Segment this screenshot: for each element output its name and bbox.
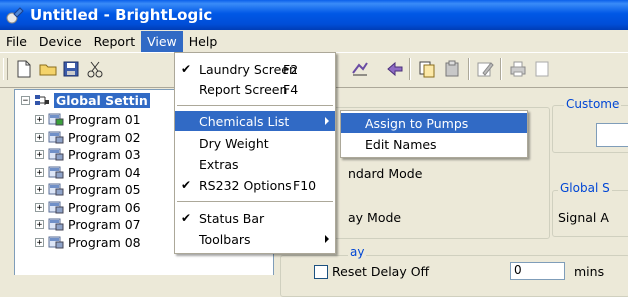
expand-icon[interactable]: + — [35, 150, 44, 160]
toolbar-separator — [409, 58, 411, 80]
tree-item-label: Program 02 — [68, 129, 141, 145]
menu-separator — [177, 201, 333, 202]
expand-icon[interactable]: + — [35, 202, 44, 212]
tree-root-global-settings[interactable]: − Global Settin — [21, 92, 150, 109]
check-icon: ✔ — [181, 178, 192, 192]
delay-group-label: ay — [348, 245, 367, 259]
paste-icon[interactable] — [442, 59, 462, 79]
menu-item-chemicals-list[interactable]: Chemicals List — [175, 111, 335, 131]
customer-group-label: Custome — [564, 97, 622, 111]
program-node-icon — [48, 113, 64, 126]
delay-mode-option[interactable]: ay Mode — [348, 210, 401, 225]
menu-item-dry-weight[interactable]: Dry Weight — [175, 133, 335, 153]
reset-delay-label: Reset Delay Off — [332, 264, 430, 279]
view-menu: ✔ Laundry Screen F2 Report Screen F4 Che… — [174, 52, 336, 254]
global-group-label: Global S — [558, 181, 612, 195]
tree-item-program[interactable]: + Program 06 — [35, 199, 141, 216]
menu-bar: File Device Report View Help — [0, 30, 628, 53]
menu-item-toolbars[interactable]: Toolbars — [175, 229, 335, 249]
menu-item-status-bar[interactable]: ✔ Status Bar — [175, 208, 335, 228]
open-folder-icon[interactable] — [38, 59, 58, 79]
print-icon[interactable] — [508, 59, 528, 79]
expand-icon[interactable]: + — [35, 185, 44, 195]
menu-report[interactable]: Report — [88, 31, 141, 52]
program-node-icon — [48, 218, 64, 231]
new-file-icon[interactable] — [14, 59, 34, 79]
tree-item-program[interactable]: + Program 04 — [35, 164, 141, 181]
tree-item-label: Program 05 — [68, 182, 141, 197]
customer-field[interactable] — [596, 123, 628, 147]
edit-icon[interactable] — [475, 59, 495, 79]
tree-item-program[interactable]: + Program 07 — [35, 216, 141, 233]
toolbar-grip[interactable] — [3, 58, 8, 80]
transfer-icon[interactable] — [385, 59, 405, 79]
standard-mode-option[interactable]: ndard Mode — [348, 166, 422, 181]
program-node-icon — [48, 236, 64, 248]
menu-device[interactable]: Device — [33, 31, 88, 52]
print-preview-icon[interactable] — [532, 59, 552, 79]
tree-item-label: Program 01 — [68, 112, 141, 127]
tree-item-program[interactable]: + Program 03 — [35, 146, 141, 163]
menu-help[interactable]: Help — [183, 31, 224, 52]
expand-icon[interactable]: + — [35, 237, 44, 247]
title-bar[interactable]: Untitled - BrightLogic — [0, 0, 628, 30]
check-icon: ✔ — [181, 62, 192, 76]
reset-delay-checkbox[interactable] — [314, 265, 328, 279]
app-icon — [6, 7, 24, 24]
program-node-icon — [48, 148, 64, 161]
tree-item-program[interactable]: + Program 05 — [35, 181, 141, 198]
window-title: Untitled - BrightLogic — [30, 6, 213, 24]
save-icon[interactable] — [61, 59, 81, 79]
expand-icon[interactable]: + — [35, 167, 44, 177]
program-icon[interactable] — [350, 59, 370, 79]
tree-root-label[interactable]: Global Settin — [54, 93, 150, 108]
tree-item-label: Program 04 — [68, 164, 141, 180]
program-node-icon — [48, 166, 64, 178]
menu-separator — [177, 105, 333, 106]
expand-icon[interactable]: + — [35, 115, 44, 125]
signal-label: Signal A — [558, 210, 609, 225]
minutes-unit-label: mins — [574, 264, 605, 279]
settings-node-icon — [35, 95, 49, 105]
program-node-icon — [48, 201, 64, 213]
menu-item-edit-names[interactable]: Edit Names — [341, 134, 527, 154]
toolbar-separator — [468, 58, 470, 80]
menu-file[interactable]: File — [0, 31, 33, 52]
tree-item-label: Program 06 — [68, 199, 141, 215]
tree-item-label: Program 07 — [68, 217, 141, 232]
menu-item-extras[interactable]: Extras — [175, 154, 335, 174]
submenu-arrow-icon — [325, 235, 329, 243]
expand-icon[interactable]: + — [35, 220, 44, 230]
menu-item-assign-to-pumps[interactable]: Assign to Pumps — [341, 113, 527, 133]
tree-item-label: Program 03 — [68, 147, 141, 162]
chemicals-submenu: Assign to Pumps Edit Names — [340, 110, 528, 158]
menu-item-laundry-screen[interactable]: ✔ Laundry Screen F2 — [175, 59, 335, 79]
program-node-icon — [48, 183, 64, 196]
copy-icon[interactable] — [417, 59, 437, 79]
expand-icon[interactable]: + — [35, 132, 44, 142]
collapse-icon[interactable]: − — [21, 96, 30, 106]
menu-item-report-screen[interactable]: Report Screen F4 — [175, 79, 335, 99]
submenu-arrow-icon — [325, 117, 329, 125]
toolbar-separator — [500, 58, 502, 80]
menu-item-rs232-options[interactable]: ✔ RS232 Options F10 — [175, 175, 335, 195]
reset-delay-input[interactable]: 0 — [510, 262, 565, 280]
tree-item-program[interactable]: + Program 02 — [35, 129, 141, 146]
check-icon: ✔ — [181, 211, 192, 225]
tree-item-program[interactable]: + Program 01 — [35, 111, 141, 128]
cut-icon[interactable] — [85, 59, 105, 79]
tree-item-program[interactable]: + Program 08 — [35, 234, 141, 251]
program-node-icon — [48, 131, 64, 143]
tree-item-label: Program 08 — [68, 234, 141, 250]
menu-view[interactable]: View — [141, 30, 183, 52]
